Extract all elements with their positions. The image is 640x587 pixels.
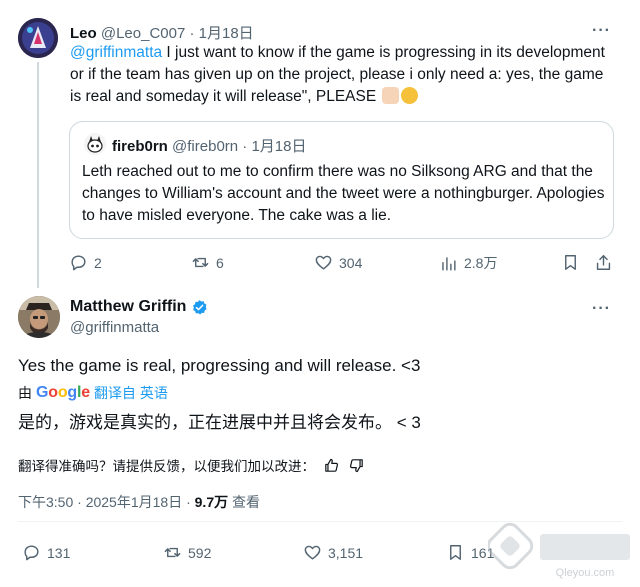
heart-icon bbox=[315, 255, 332, 270]
tweet2-reply-button[interactable]: 131 bbox=[22, 543, 70, 562]
tweet1-mention[interactable]: @griffinmatta bbox=[70, 44, 162, 61]
repost-icon bbox=[164, 547, 181, 558]
tweet2-views-label: 查看 bbox=[232, 494, 260, 510]
translated-text: 是的，游戏是真实的，正在进展中并且将会发布。 < 3 bbox=[18, 413, 421, 432]
heart-icon bbox=[304, 545, 321, 560]
tweet2-reply-count: 131 bbox=[47, 544, 71, 561]
avatar-leo[interactable] bbox=[18, 18, 58, 58]
bookmark-icon bbox=[565, 255, 576, 270]
tweet1-repost-button[interactable]: 6 bbox=[191, 253, 224, 272]
thumbs-up-icon[interactable] bbox=[323, 457, 340, 474]
quote-author-handle: @fireb0rn bbox=[172, 138, 239, 155]
translation-feedback: 翻译得准确吗？请提供反馈，以便我们加以改进： bbox=[18, 455, 365, 475]
tweet2-like-button[interactable]: 3,151 bbox=[303, 543, 363, 562]
tweet2-author-name-row[interactable]: Matthew Griffin bbox=[70, 298, 208, 316]
translation-prefix: 由 bbox=[18, 385, 32, 401]
tweet2-repost-button[interactable]: 592 bbox=[163, 543, 211, 562]
quote-text: Leth reached out to me to confirm there … bbox=[82, 163, 605, 224]
tweet1-share-button[interactable] bbox=[594, 253, 613, 272]
tweet2-more-button[interactable]: ··· bbox=[592, 300, 611, 318]
watermark-url: Qleyou.com bbox=[556, 567, 615, 579]
crying-face-emoji-icon bbox=[401, 87, 419, 104]
share-icon bbox=[596, 255, 611, 270]
reply-icon bbox=[24, 545, 39, 561]
tweet1-date[interactable]: 1月18日 bbox=[199, 25, 254, 42]
tweet1-views-button[interactable]: 2.8万 bbox=[439, 253, 497, 273]
thumbs-down-icon[interactable] bbox=[348, 457, 365, 474]
tweet1-reply-button[interactable]: 2 bbox=[69, 253, 102, 272]
tweet1-bookmark-button[interactable] bbox=[561, 253, 580, 272]
quoted-tweet[interactable]: fireb0rn @fireb0rn · 1月18日 Leth reached … bbox=[69, 121, 614, 239]
tweet2-view-count: 9.7万 bbox=[194, 494, 229, 510]
avatar-fireb0rn bbox=[84, 133, 106, 155]
tweet1-view-count: 2.8万 bbox=[464, 255, 498, 271]
verified-badge-icon bbox=[193, 299, 208, 315]
folded-hands-emoji-icon bbox=[382, 87, 400, 104]
tweet1-more-button[interactable]: ··· bbox=[592, 22, 611, 40]
thread-line bbox=[37, 62, 39, 288]
tweet1-repost-count: 6 bbox=[216, 254, 224, 271]
tweet1-text: @griffinmatta I just want to know if the… bbox=[70, 42, 610, 108]
bookmark-icon bbox=[450, 545, 461, 560]
tweet1-author-name[interactable]: Leo bbox=[70, 25, 97, 42]
avatar-matthew-griffin[interactable] bbox=[18, 296, 60, 338]
tweet2-text: Yes the game is real, progressing and wi… bbox=[18, 356, 421, 375]
tweet2-like-count: 3,151 bbox=[328, 544, 364, 561]
views-chart-icon bbox=[442, 256, 456, 271]
translation-source-language[interactable]: 翻译自 英语 bbox=[94, 383, 168, 403]
repost-icon bbox=[192, 257, 209, 268]
tweet1-reply-count: 2 bbox=[94, 254, 102, 271]
tweet1-author-handle[interactable]: @Leo_C007 bbox=[101, 25, 185, 42]
quote-date: 1月18日 bbox=[251, 138, 307, 155]
tweet2-author-name[interactable]: Matthew Griffin bbox=[70, 298, 186, 316]
tweet2-author-handle[interactable]: @griffinmatta bbox=[70, 319, 159, 336]
quote-separator: · bbox=[242, 138, 248, 155]
tweet2-repost-count: 592 bbox=[188, 544, 212, 561]
quote-author-name: fireb0rn bbox=[112, 138, 168, 155]
tweet2-metadata: 下午3:50 · 2025年1月18日 · 9.7万 查看 bbox=[18, 492, 260, 512]
tweet1-header: Leo @Leo_C007 · 1月18日 bbox=[70, 22, 254, 43]
site-watermark-logo: Qleyou.com bbox=[486, 522, 638, 584]
feedback-prompt: 翻译得准确吗？请提供反馈，以便我们加以改进： bbox=[18, 459, 315, 474]
quote-header: fireb0rn @fireb0rn · 1月18日 bbox=[112, 135, 307, 156]
google-logo: Google bbox=[36, 384, 90, 401]
translation-attribution: 由 Google 翻译自 英语 bbox=[18, 383, 168, 403]
tweet1-like-button[interactable]: 304 bbox=[314, 253, 362, 272]
tweet2-timestamp[interactable]: 下午3:50 · 2025年1月18日 · bbox=[18, 494, 191, 510]
tweet1-separator: · bbox=[189, 25, 195, 42]
reply-icon bbox=[71, 255, 86, 271]
tweet1-like-count: 304 bbox=[339, 254, 363, 271]
